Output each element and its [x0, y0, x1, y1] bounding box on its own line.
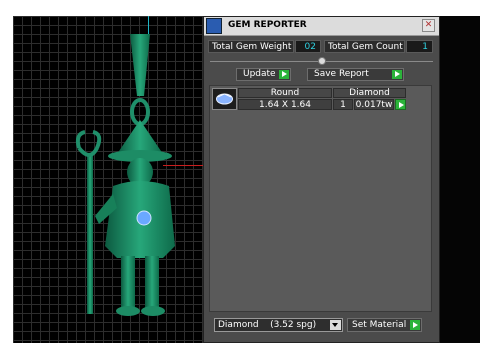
- total-gem-count-value: 1: [406, 40, 433, 53]
- go-arrow-icon: [392, 70, 402, 79]
- gem-reporter-panel: GEM REPORTER ✕ Total Gem Weight 02 Total…: [203, 16, 440, 343]
- column-header-material: Diamond: [333, 88, 406, 98]
- total-gem-weight-label: Total Gem Weight: [208, 40, 294, 53]
- total-gem-count-label: Total Gem Count: [324, 40, 405, 53]
- column-header-shape: Round: [238, 88, 332, 98]
- set-material-button-label: Set Material: [352, 320, 407, 330]
- close-icon[interactable]: ✕: [422, 19, 435, 32]
- material-selected-value: Diamond (3.52 spg): [218, 320, 317, 330]
- title-bar[interactable]: GEM REPORTER ✕: [204, 17, 439, 36]
- 3d-viewport[interactable]: [13, 16, 207, 343]
- update-button[interactable]: Update: [236, 68, 291, 81]
- set-material-button[interactable]: Set Material: [347, 318, 422, 332]
- right-dark-strip: [440, 16, 480, 343]
- gem-count-cell: 1: [333, 99, 353, 110]
- window-title: GEM REPORTER: [228, 20, 307, 30]
- gem-weight-cell: 0.017tw: [354, 99, 394, 110]
- save-report-button-label: Save Report: [314, 69, 369, 79]
- dropdown-arrow-icon[interactable]: [330, 320, 341, 330]
- app-icon: [206, 18, 222, 34]
- wizard-pendant-model: [75, 34, 175, 316]
- update-button-label: Update: [243, 69, 276, 79]
- go-arrow-icon: [410, 320, 420, 330]
- material-select[interactable]: Diamond (3.52 spg): [214, 318, 343, 332]
- go-arrow-icon: [279, 70, 289, 79]
- gem-thumbnail-icon: [212, 88, 237, 110]
- collapse-handle[interactable]: [318, 57, 326, 65]
- save-report-button[interactable]: Save Report: [307, 68, 404, 81]
- gem-size-cell: 1.64 X 1.64: [238, 99, 332, 110]
- row-select-go-icon[interactable]: [395, 99, 406, 110]
- total-gem-weight-value: 02: [295, 40, 321, 53]
- gem-list[interactable]: Round Diamond 1.64 X 1.64 1 0.017tw: [209, 85, 432, 312]
